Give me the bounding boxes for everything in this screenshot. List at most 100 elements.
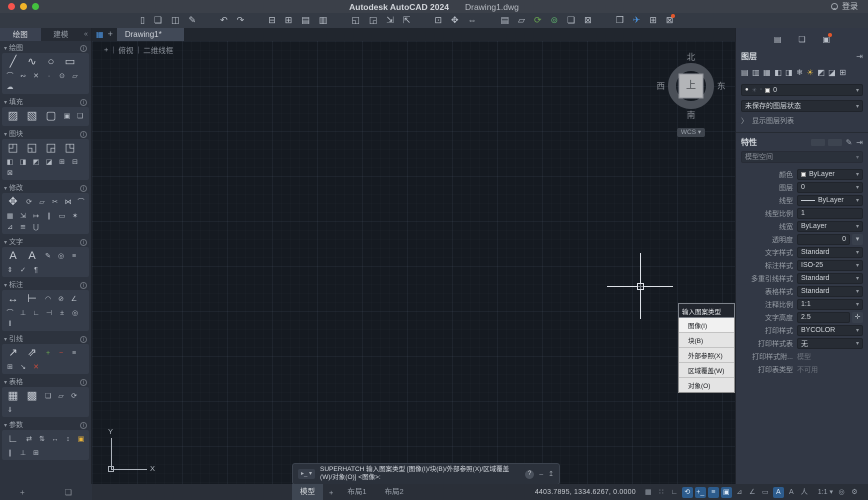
reference-doc-icon[interactable]: ❏ [567,13,575,28]
section-info-icon[interactable]: i [80,282,87,289]
save-icon[interactable]: ◫ [171,13,180,28]
copy-tool-icon[interactable]: ▱ [37,198,47,207]
edit-properties-icon[interactable]: ✎ [846,138,853,147]
single-text-tool-icon[interactable]: A [24,249,40,264]
perpendicular-constraint-icon[interactable]: ⊥ [18,449,28,458]
trim-tool-icon[interactable]: ✂ [50,198,60,207]
lock-constraint-icon[interactable]: ▣ [76,435,86,444]
layers-collapse-icon[interactable]: ⇥ [856,52,863,61]
menu-item-2[interactable]: 块(B) [679,333,734,348]
minimize-window-button[interactable] [20,3,27,10]
selection-box-icon[interactable]: ⊡ [434,13,442,28]
section-header[interactable]: ▾修改i [2,183,89,193]
baseline-icon[interactable]: ∟ [31,309,41,318]
new-layer-icon[interactable]: ▤ [741,65,749,80]
add-leader-icon[interactable]: + [43,349,53,358]
edit-leader-icon[interactable]: ⇗ [24,346,40,361]
refresh-icon[interactable]: ⟳ [534,13,542,28]
tab-modeling[interactable]: 建模 [41,28,82,41]
section-header[interactable]: ▾引线i [2,334,89,344]
isolate-layer-icon[interactable]: ◧ [774,65,782,80]
linear-dimension-icon[interactable]: ↔ [5,292,21,307]
match-properties-icon[interactable]: ▱ [518,13,525,28]
section-info-icon[interactable]: i [80,239,87,246]
quick-dimension-icon[interactable]: ⊢ [24,292,40,307]
new-file-icon[interactable]: ▯ [140,13,145,28]
import-icon[interactable]: ⇲ [386,13,394,28]
section-info-icon[interactable]: i [80,336,87,343]
dimension-break-icon[interactable]: ‖ [5,320,15,329]
layer-on-off-icon[interactable]: ☀ [807,65,814,80]
alerts-palette-tab-icon[interactable]: ▣ [823,32,831,47]
erase-tool-icon[interactable]: ▭ [57,212,67,221]
count-blocks-icon[interactable]: ⊟ [70,158,80,167]
ordinate-icon[interactable]: ⊥ [18,309,28,318]
horizontal-constraint-icon[interactable]: ↔ [50,435,60,444]
align-tool-icon[interactable]: ≌ [18,223,28,232]
create-block-icon[interactable]: ◱ [24,141,40,156]
save-as-icon[interactable]: ✎ [189,13,197,28]
snap-mode-icon[interactable]: ∷ [656,487,667,498]
show-layer-list-toggle[interactable]: 〉 显示图层列表 [741,116,863,126]
construction-line-icon[interactable]: ✕ [31,72,41,81]
section-info-icon[interactable]: i [80,422,87,429]
center-mark-icon[interactable]: ◎ [70,309,80,318]
mirror-tool-icon[interactable]: ⋈ [63,198,73,207]
ortho-mode-icon[interactable]: ∟ [669,487,680,498]
command-prompt-icon[interactable]: ▸_ ▾ [298,469,315,479]
views-palette-tab-icon[interactable]: ❏ [798,32,805,47]
property-field[interactable]: 1:1▾ [797,299,863,310]
annotation-scale-dropdown[interactable]: 1:1 ▾ [815,488,836,496]
lineweight-display-icon[interactable]: ≡ [708,487,719,498]
palette-menu-icon[interactable]: ❏ [65,488,72,497]
collapse-palette-icon[interactable]: « [81,28,91,41]
viewcube-top-face[interactable]: 上 [679,74,704,99]
diameter-dimension-icon[interactable]: ⊘ [56,295,66,304]
tab-model[interactable]: 模型 [292,484,323,500]
property-field[interactable]: 1 [797,208,863,219]
viewport-control-0[interactable]: + [104,45,108,56]
command-line[interactable]: ▸_ ▾ SUPERHATCH 输入图案类型 [图像(I)/块(B)/外部参照(… [292,463,560,485]
section-header[interactable]: ▾填充i [2,97,89,107]
section-info-icon[interactable]: i [80,185,87,192]
update-table-icon[interactable]: ⟳ [69,392,79,401]
layer-states-icon[interactable]: ▦ [763,65,771,80]
viewport-control-1[interactable]: 俯视 [118,45,133,56]
section-info-icon[interactable]: i [80,379,87,386]
revision-cloud-icon[interactable]: ☁ [5,83,15,92]
property-field[interactable]: 无▾ [797,338,863,349]
align-leaders-icon[interactable]: ≡ [69,349,79,358]
object-snap-tracking-icon[interactable]: ⊿ [734,487,745,498]
move-tool-icon[interactable]: ✥ [5,195,21,210]
block-editor-icon[interactable]: ◩ [31,158,41,167]
polyline-tool-icon[interactable]: ∿ [24,55,40,70]
polygon-tool-icon[interactable]: ▱ [70,72,80,81]
section-header[interactable]: ▾文字i [2,237,89,247]
find-text-icon[interactable]: ◎ [56,252,66,261]
paragraph-icon[interactable]: ¶ [31,266,41,275]
freeze-layer-icon[interactable]: ❄ [796,65,803,80]
detach-leader-icon[interactable]: ✕ [31,363,41,372]
property-field[interactable]: Standard▾ [797,286,863,297]
sync-attributes-icon[interactable]: ◪ [44,158,54,167]
manage-attributes-icon[interactable]: ◨ [18,158,28,167]
set-base-point-icon[interactable]: ⊞ [57,158,67,167]
gradient-tool-icon[interactable]: ▧ [24,109,40,124]
angular-dimension-icon[interactable]: ∠ [69,295,79,304]
dynamic-input-icon[interactable]: +_ [695,487,706,498]
viewcube[interactable]: 北 西 上 东 南 WCS ▾ [653,51,729,139]
unisolate-layer-icon[interactable]: ◨ [785,65,793,80]
point-tool-icon[interactable]: · [44,72,54,81]
command-share-icon[interactable]: ↥ [548,470,554,478]
edit-table-icon[interactable]: ▩ [24,389,40,404]
selection-cycling-icon[interactable]: ▭ [760,487,771,498]
drawing-tab[interactable]: Drawing1* [117,28,184,41]
section-header[interactable]: ▾表格i [2,377,89,387]
insert-views-icon[interactable]: ◲ [369,13,378,28]
property-field[interactable]: ISO-25▾ [797,260,863,271]
rotate-tool-icon[interactable]: ⟳ [24,198,34,207]
add-palette-icon[interactable]: + [20,488,25,497]
vertical-constraint-icon[interactable]: ↕ [63,435,73,444]
data-link-icon[interactable]: ❏ [43,392,53,401]
tab-draw[interactable]: 绘图 [0,28,41,41]
